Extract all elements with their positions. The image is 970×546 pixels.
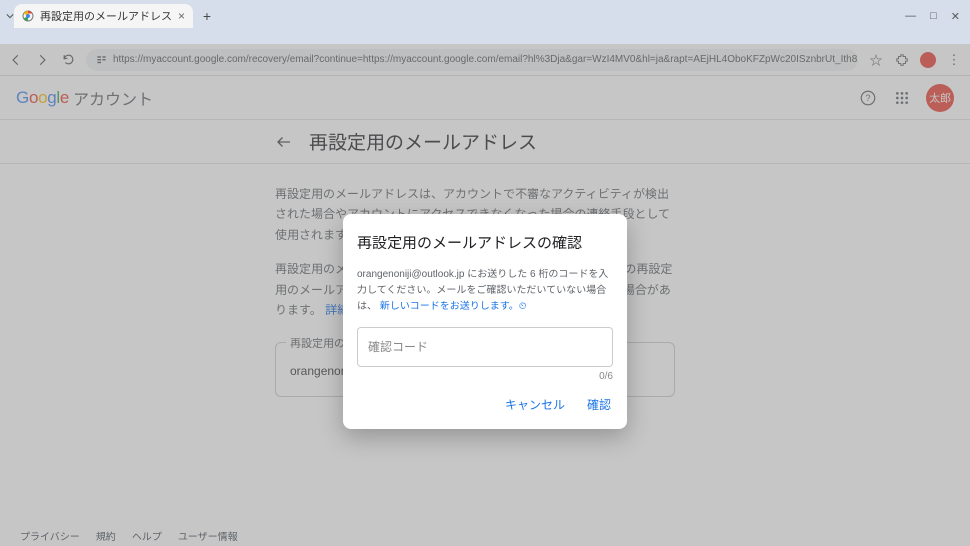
cancel-button[interactable]: キャンセル: [503, 392, 567, 417]
footer-help-link[interactable]: ヘルプ: [132, 528, 162, 543]
verify-email-modal: 再設定用のメールアドレスの確認 orangenoniji@outlook.jp …: [343, 214, 627, 429]
modal-body: orangenoniji@outlook.jp にお送りした 6 桁のコードを入…: [357, 267, 613, 315]
new-tab-button[interactable]: +: [197, 6, 217, 26]
verification-code-input[interactable]: [368, 340, 602, 354]
maximize-icon[interactable]: □: [930, 10, 937, 22]
tab-close-icon[interactable]: ×: [178, 9, 185, 23]
footer-privacy-link[interactable]: プライバシー: [20, 528, 80, 543]
modal-actions: キャンセル 確認: [357, 392, 613, 417]
tab-bar: 再設定用のメールアドレス × + — □ ✕: [0, 0, 970, 28]
resend-code-link[interactable]: 新しいコードをお送りします。⏲: [380, 301, 527, 312]
footer: プライバシー 規約 ヘルプ ユーザー情報: [0, 524, 970, 546]
browser-chrome: 再設定用のメールアドレス × + — □ ✕: [0, 0, 970, 44]
char-count: 0/6: [357, 371, 613, 382]
close-window-icon[interactable]: ✕: [951, 10, 960, 23]
modal-title: 再設定用のメールアドレスの確認: [357, 232, 613, 253]
window-controls: — □ ✕: [905, 4, 970, 28]
minimize-icon[interactable]: —: [905, 10, 916, 22]
footer-userinfo-link[interactable]: ユーザー情報: [178, 528, 238, 543]
browser-tab[interactable]: 再設定用のメールアドレス ×: [14, 4, 193, 28]
tab-title: 再設定用のメールアドレス: [40, 8, 172, 24]
tab-favicon-icon: [22, 10, 34, 22]
footer-terms-link[interactable]: 規約: [96, 528, 116, 543]
code-input-wrap[interactable]: [357, 327, 613, 367]
confirm-button[interactable]: 確認: [585, 392, 613, 417]
tab-dropdown-icon[interactable]: [6, 4, 14, 28]
